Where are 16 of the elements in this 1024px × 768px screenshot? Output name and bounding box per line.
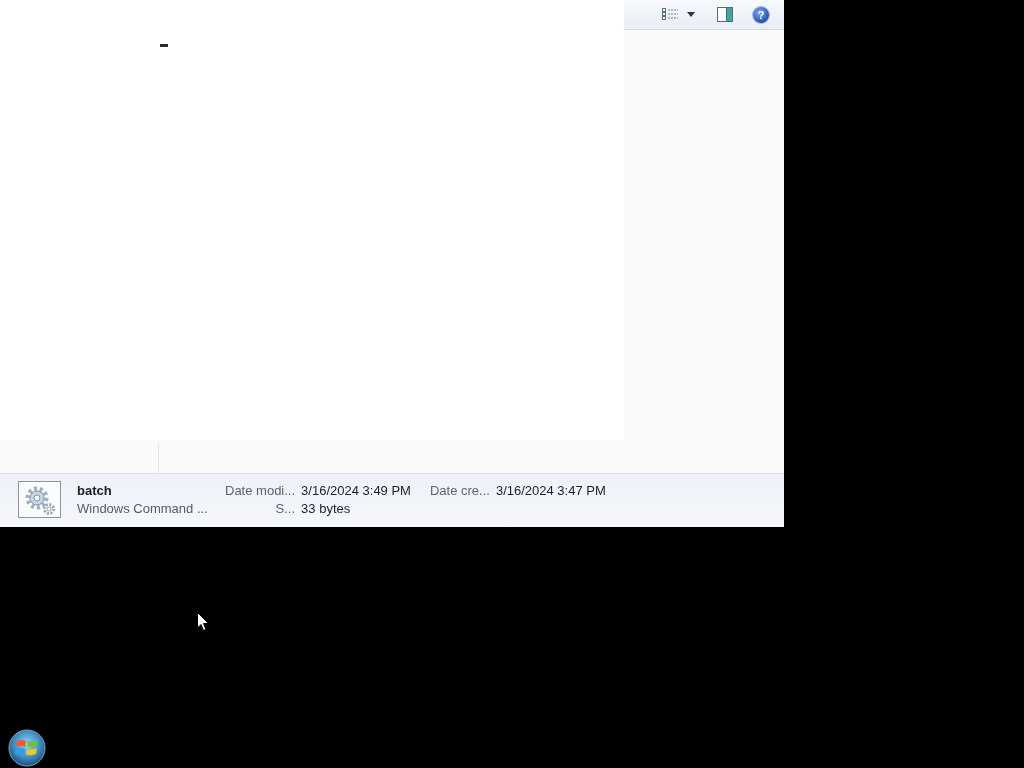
- property-label: S...: [274, 500, 296, 518]
- property-label: Date cre...: [429, 482, 490, 500]
- caret-down-icon[interactable]: [687, 12, 695, 17]
- property-value: 33 bytes: [301, 500, 352, 518]
- property-label: Date modi...: [225, 482, 296, 500]
- help-button[interactable]: ?: [753, 6, 769, 23]
- preview-pane-icon[interactable]: [717, 7, 733, 22]
- property-value: 3/16/2024 3:47 PM: [495, 482, 606, 500]
- property-value: 3/16/2024 3:49 PM: [301, 482, 411, 500]
- start-button[interactable]: [8, 729, 46, 767]
- dash-mark: [160, 44, 168, 47]
- file-name: batch: [77, 482, 113, 500]
- mouse-pointer-icon: [197, 612, 209, 631]
- file-type: Windows Command ...: [77, 500, 209, 518]
- view-options-icon[interactable]: [662, 8, 678, 21]
- gear-file-icon: [18, 481, 61, 518]
